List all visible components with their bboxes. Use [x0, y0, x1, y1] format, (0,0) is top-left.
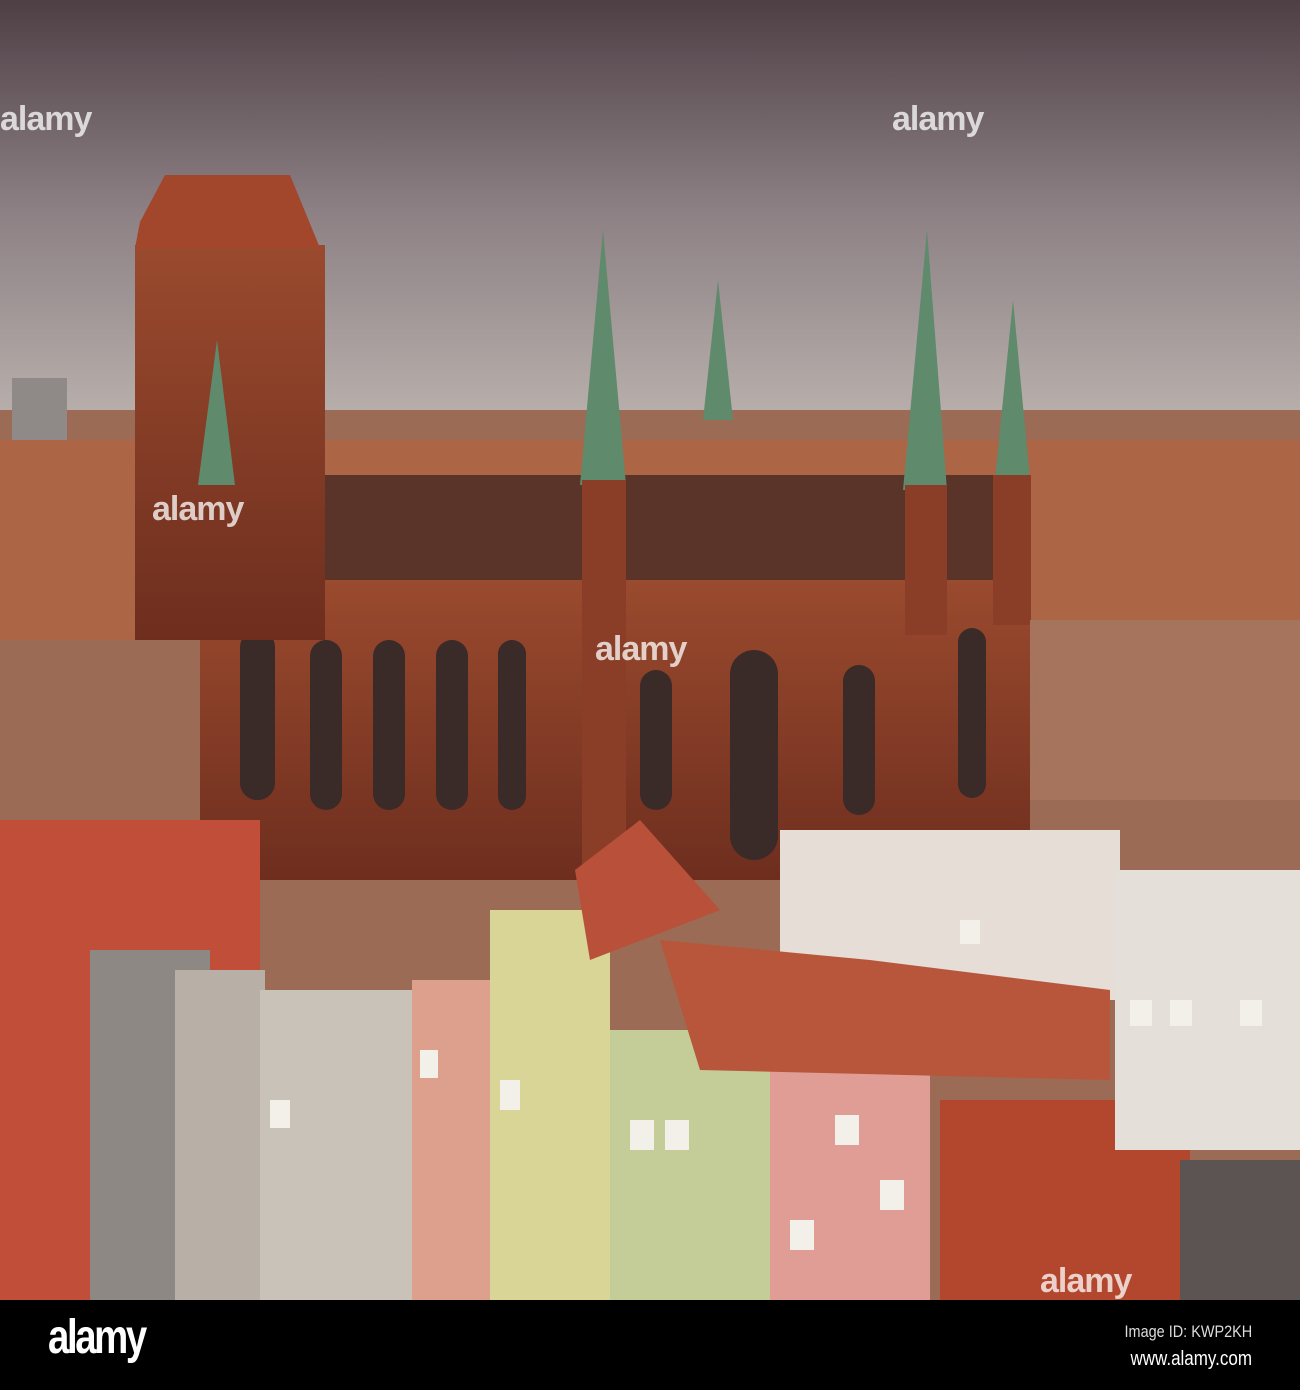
alamy-logo: alamy	[48, 1311, 147, 1364]
watermark: alamy	[152, 490, 244, 528]
image-id: Image ID: KWP2KH	[1124, 1322, 1252, 1341]
watermark: alamy	[595, 630, 687, 668]
distant-building	[12, 378, 67, 440]
spire-tower	[905, 485, 947, 635]
watermark: alamy	[1040, 1262, 1132, 1300]
footer-bar: alamy Image ID: KWP2KH www.alamy.com	[0, 1300, 1300, 1390]
church-tower	[135, 245, 325, 640]
church-tower-roof	[135, 175, 320, 248]
spire-tower	[582, 480, 626, 880]
watermark: alamy	[0, 100, 92, 138]
watermark: alamy	[892, 100, 984, 138]
site-url: www.alamy.com	[1130, 1348, 1252, 1370]
spire-tower	[993, 475, 1031, 625]
